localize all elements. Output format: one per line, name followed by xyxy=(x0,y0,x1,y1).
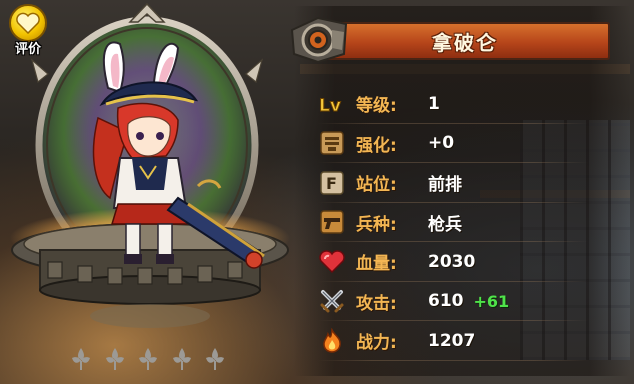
stats-list: Lv 等级: 1 强化: +0 F 站位: 前排 兵种: 枪兵 血量: 2030… xyxy=(318,84,618,361)
stat-label: 强化: xyxy=(356,135,397,156)
stat-value: 2030 xyxy=(428,251,476,272)
hero-name: 拿破仑 xyxy=(432,30,498,55)
position-f-icon: F xyxy=(318,169,346,197)
svg-text:F: F xyxy=(326,174,337,193)
fleur-ornament-icon xyxy=(172,348,191,370)
anvil-icon xyxy=(318,129,346,157)
fleur-ornament-icon xyxy=(72,348,90,370)
lv-badge-icon: Lv xyxy=(318,90,346,118)
stat-label: 攻击: xyxy=(356,293,397,314)
stat-value: 枪兵 xyxy=(428,214,462,235)
stat-row-attack: 攻击: 610 +61 xyxy=(318,282,618,322)
stat-row-position: F 站位: 前排 xyxy=(318,163,618,203)
stat-label: 战力: xyxy=(356,333,397,354)
stat-value: 前排 xyxy=(428,175,462,196)
stat-row-hp: 血量: 2030 xyxy=(318,242,618,282)
hero-name-bar: 拿破仑 xyxy=(320,22,610,60)
stat-label: 血量: xyxy=(356,254,397,275)
fleur-ornament-icon xyxy=(139,348,157,370)
stat-value: 1207 xyxy=(428,330,476,351)
heart-icon xyxy=(318,248,346,276)
svg-text:Lv: Lv xyxy=(319,96,341,116)
stat-value: +0 xyxy=(428,133,455,154)
stat-label: 站位: xyxy=(356,175,397,196)
stat-row-enhance: 强化: +0 xyxy=(318,124,618,164)
ornament-row xyxy=(68,346,228,372)
stat-row-power: 战力: 1207 xyxy=(318,321,618,361)
hero-character-image xyxy=(92,41,265,269)
crossed-swords-icon xyxy=(318,287,346,315)
stat-label: 兵种: xyxy=(356,214,397,235)
fleur-ornament-icon xyxy=(206,348,224,370)
gun-icon xyxy=(318,208,346,236)
stat-row-level: Lv 等级: 1 xyxy=(318,84,618,124)
stat-row-class: 兵种: 枪兵 xyxy=(318,203,618,243)
stat-value: 610 xyxy=(428,291,464,312)
gear-emblem-icon xyxy=(290,16,348,64)
flame-icon xyxy=(318,327,346,355)
stat-bonus: +61 xyxy=(473,291,510,311)
stat-label: 等级: xyxy=(356,96,397,117)
fleur-ornament-icon xyxy=(105,348,124,370)
stat-value: 1 xyxy=(428,93,440,114)
